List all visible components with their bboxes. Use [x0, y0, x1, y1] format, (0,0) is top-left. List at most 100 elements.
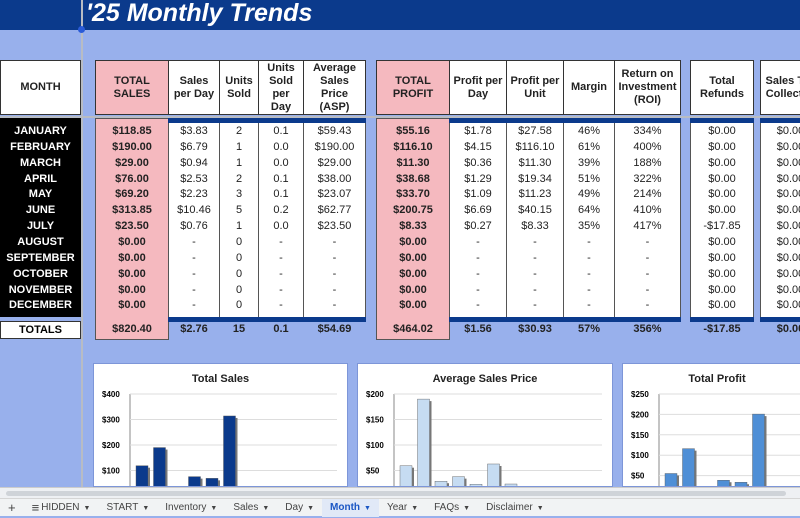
table-cell[interactable]: $313.85 [95, 202, 169, 218]
table-cell[interactable]: - [506, 297, 564, 313]
table-cell[interactable]: 3 [219, 186, 259, 202]
bar-april[interactable] [188, 476, 201, 487]
table-cell[interactable]: - [258, 282, 304, 298]
table-cell[interactable]: 417% [614, 218, 681, 234]
table-cell[interactable]: - [168, 297, 220, 313]
table-cell[interactable]: $6.79 [168, 139, 220, 155]
total-cell[interactable]: $464.02 [376, 321, 450, 337]
table-cell[interactable]: - [449, 282, 507, 298]
table-cell[interactable]: 2 [219, 123, 259, 139]
table-cell[interactable]: - [614, 234, 681, 250]
table-cell[interactable]: $0.00 [760, 155, 800, 171]
horizontal-scrollbar[interactable] [0, 487, 800, 498]
table-cell[interactable]: -$17.85 [690, 218, 754, 234]
table-cell[interactable]: $23.50 [303, 218, 366, 234]
table-cell[interactable]: - [506, 266, 564, 282]
table-cell[interactable]: 0.1 [258, 186, 304, 202]
table-cell[interactable]: 410% [614, 202, 681, 218]
table-cell[interactable]: $0.00 [376, 266, 450, 282]
table-cell[interactable]: $0.00 [760, 171, 800, 187]
table-cell[interactable]: 0 [219, 250, 259, 266]
table-cell[interactable]: $0.00 [95, 250, 169, 266]
sheet-tab-disclaimer[interactable]: Disclaimer ▼ [478, 499, 552, 517]
table-cell[interactable]: $0.00 [690, 202, 754, 218]
freeze-handle[interactable] [78, 26, 85, 33]
table-cell[interactable]: $0.00 [760, 186, 800, 202]
table-cell[interactable]: $0.00 [95, 297, 169, 313]
table-cell[interactable]: $29.00 [303, 155, 366, 171]
table-cell[interactable]: $1.09 [449, 186, 507, 202]
table-cell[interactable]: - [303, 250, 366, 266]
table-cell[interactable]: 334% [614, 123, 681, 139]
table-cell[interactable]: - [303, 266, 366, 282]
table-cell[interactable]: $0.00 [760, 234, 800, 250]
table-cell[interactable]: $0.27 [449, 218, 507, 234]
table-cell[interactable]: $0.00 [760, 123, 800, 139]
total-cell[interactable]: 57% [563, 321, 615, 337]
table-cell[interactable]: $3.83 [168, 123, 220, 139]
table-cell[interactable]: - [449, 266, 507, 282]
total-cell[interactable]: -$17.85 [690, 321, 754, 337]
table-cell[interactable]: - [563, 250, 615, 266]
table-cell[interactable]: 0.0 [258, 139, 304, 155]
table-cell[interactable]: 2 [219, 171, 259, 187]
table-cell[interactable]: 5 [219, 202, 259, 218]
table-cell[interactable]: 0.1 [258, 123, 304, 139]
chevron-down-icon[interactable]: ▼ [463, 505, 470, 512]
table-cell[interactable]: $0.00 [690, 123, 754, 139]
table-cell[interactable]: $0.00 [690, 139, 754, 155]
table-cell[interactable]: - [258, 297, 304, 313]
table-cell[interactable]: - [563, 297, 615, 313]
bar-may[interactable] [205, 478, 219, 487]
table-cell[interactable]: 46% [563, 123, 615, 139]
table-cell[interactable]: $1.29 [449, 171, 507, 187]
chevron-down-icon[interactable]: ▼ [142, 505, 149, 512]
table-cell[interactable]: $0.00 [760, 282, 800, 298]
table-cell[interactable]: - [506, 250, 564, 266]
bar-june[interactable] [223, 415, 236, 487]
chevron-down-icon[interactable]: ▼ [210, 505, 217, 512]
bar-january[interactable] [399, 465, 413, 487]
bar-june[interactable] [487, 463, 500, 487]
table-cell[interactable]: $0.00 [376, 234, 450, 250]
table-cell[interactable]: - [506, 234, 564, 250]
table-cell[interactable]: $0.94 [168, 155, 220, 171]
table-cell[interactable]: - [449, 234, 507, 250]
total-cell[interactable]: 0.1 [258, 321, 304, 337]
table-cell[interactable]: 0 [219, 234, 259, 250]
sheet-tab-sales[interactable]: Sales ▼ [225, 499, 277, 517]
table-cell[interactable]: - [614, 282, 681, 298]
table-cell[interactable]: 214% [614, 186, 681, 202]
table-cell[interactable]: $8.33 [506, 218, 564, 234]
chevron-down-icon[interactable]: ▼ [262, 505, 269, 512]
table-cell[interactable]: $69.20 [95, 186, 169, 202]
table-cell[interactable]: 49% [563, 186, 615, 202]
table-cell[interactable]: $8.33 [376, 218, 450, 234]
chevron-down-icon[interactable]: ▼ [537, 505, 544, 512]
table-cell[interactable]: - [506, 282, 564, 298]
chevron-down-icon[interactable]: ▼ [364, 505, 371, 512]
bar-june[interactable] [752, 413, 765, 487]
chart-total-sales[interactable]: Total Sales $100 $200 $300 $400 [93, 363, 348, 487]
table-cell[interactable]: $6.69 [449, 202, 507, 218]
table-cell[interactable]: $0.00 [95, 266, 169, 282]
table-cell[interactable]: $76.00 [95, 171, 169, 187]
table-cell[interactable]: $190.00 [303, 139, 366, 155]
table-cell[interactable]: $55.16 [376, 123, 450, 139]
table-cell[interactable]: 188% [614, 155, 681, 171]
chart-average-sales-price[interactable]: Average Sales Price $50 $100 $150 $200 [357, 363, 613, 487]
table-cell[interactable]: - [614, 297, 681, 313]
table-cell[interactable]: $27.58 [506, 123, 564, 139]
table-cell[interactable]: $0.00 [760, 266, 800, 282]
total-cell[interactable]: 356% [614, 321, 681, 337]
bar-april[interactable] [452, 476, 465, 487]
table-cell[interactable]: $0.00 [95, 234, 169, 250]
table-cell[interactable]: $38.00 [303, 171, 366, 187]
chevron-down-icon[interactable]: ▼ [307, 505, 314, 512]
table-cell[interactable]: 1 [219, 218, 259, 234]
table-cell[interactable]: $0.00 [690, 234, 754, 250]
bar-january[interactable] [664, 473, 678, 487]
table-cell[interactable]: $2.23 [168, 186, 220, 202]
table-cell[interactable]: - [258, 250, 304, 266]
table-cell[interactable]: $33.70 [376, 186, 450, 202]
